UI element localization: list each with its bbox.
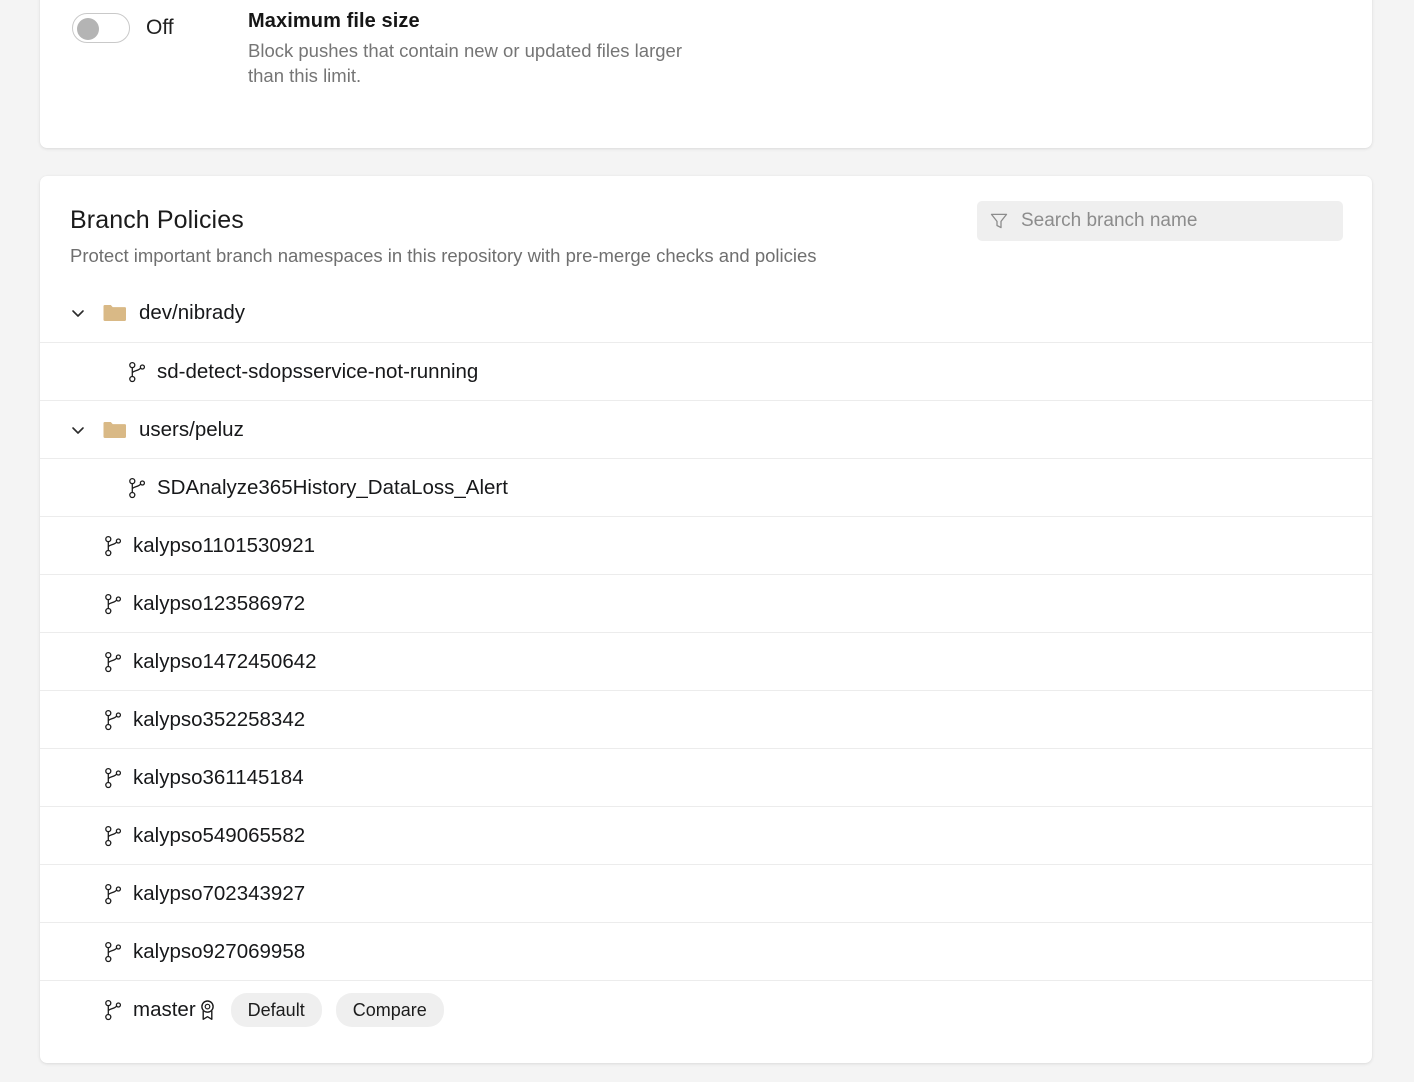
git-branch-icon: [104, 535, 122, 557]
ribbon-award-icon: [198, 999, 217, 1021]
branch-row[interactable]: kalypso1472450642: [40, 632, 1372, 690]
branch-policies-subtitle: Protect important branch namespaces in t…: [70, 244, 1340, 268]
folder-icon: [103, 304, 126, 322]
branch-folder-row[interactable]: dev/nibrady: [40, 284, 1372, 342]
branch-folder-row[interactable]: users/peluz: [40, 400, 1372, 458]
maximum-file-size-toggle[interactable]: [72, 13, 130, 43]
branch-policies-header: Branch Policies Protect important branch…: [40, 176, 1372, 284]
branch-row[interactable]: sd-detect-sdopsservice-not-running: [40, 342, 1372, 400]
maximum-file-size-title: Maximum file size: [248, 8, 723, 34]
branch-label: SDAnalyze365History_DataLoss_Alert: [157, 476, 508, 500]
branch-label: kalypso549065582: [133, 824, 305, 848]
branch-label: sd-detect-sdopsservice-not-running: [157, 360, 478, 384]
branch-label: kalypso1101530921: [133, 534, 315, 558]
folder-icon: [103, 421, 126, 439]
chevron-down-icon[interactable]: [70, 422, 86, 438]
branch-folder-label: dev/nibrady: [139, 301, 245, 325]
branch-row[interactable]: kalypso702343927: [40, 864, 1372, 922]
maximum-file-size-content: Off Maximum file size Block pushes that …: [72, 6, 723, 88]
maximum-file-size-text: Maximum file size Block pushes that cont…: [248, 6, 723, 88]
chevron-down-icon[interactable]: [70, 305, 86, 321]
git-branch-icon: [104, 941, 122, 963]
maximum-file-size-card: Off Maximum file size Block pushes that …: [40, 0, 1372, 148]
branch-row[interactable]: kalypso352258342: [40, 690, 1372, 748]
branch-badge-compare[interactable]: Compare: [336, 993, 444, 1027]
toggle-knob: [77, 18, 99, 40]
branch-row[interactable]: kalypso549065582: [40, 806, 1372, 864]
branch-label: kalypso927069958: [133, 940, 305, 964]
maximum-file-size-toggle-group: Off: [72, 6, 248, 43]
git-branch-icon: [104, 767, 122, 789]
git-branch-icon: [104, 999, 122, 1021]
branch-row[interactable]: kalypso361145184: [40, 748, 1372, 806]
branch-row[interactable]: kalypso927069958: [40, 922, 1372, 980]
branch-search-box[interactable]: [977, 201, 1343, 241]
filter-funnel-icon: [989, 211, 1009, 231]
settings-page: Off Maximum file size Block pushes that …: [0, 0, 1414, 1082]
git-branch-icon: [104, 883, 122, 905]
branch-label: kalypso361145184: [133, 766, 304, 790]
branch-row-master[interactable]: master Default Compare: [40, 980, 1372, 1038]
git-branch-icon: [104, 651, 122, 673]
branch-search-input[interactable]: [1021, 201, 1331, 241]
git-branch-icon: [104, 825, 122, 847]
branch-label: kalypso123586972: [133, 592, 305, 616]
branch-label: master: [133, 998, 196, 1022]
branch-badge-default[interactable]: Default: [231, 993, 322, 1027]
branch-policies-card: Branch Policies Protect important branch…: [40, 176, 1372, 1063]
branch-folder-label: users/peluz: [139, 418, 244, 442]
maximum-file-size-description: Block pushes that contain new or updated…: [248, 38, 723, 88]
branch-label: kalypso702343927: [133, 882, 305, 906]
branch-row[interactable]: kalypso1101530921: [40, 516, 1372, 574]
master-branch-name-group: master: [133, 998, 217, 1022]
branch-row[interactable]: kalypso123586972: [40, 574, 1372, 632]
git-branch-icon: [104, 709, 122, 731]
branch-label: kalypso1472450642: [133, 650, 317, 674]
branch-policies-list: dev/nibrady sd-detect-sdopsservice-not-ru…: [40, 284, 1372, 1038]
git-branch-icon: [128, 477, 146, 499]
branch-label: kalypso352258342: [133, 708, 305, 732]
toggle-state-label: Off: [146, 13, 174, 43]
git-branch-icon: [128, 361, 146, 383]
branch-row[interactable]: SDAnalyze365History_DataLoss_Alert: [40, 458, 1372, 516]
git-branch-icon: [104, 593, 122, 615]
